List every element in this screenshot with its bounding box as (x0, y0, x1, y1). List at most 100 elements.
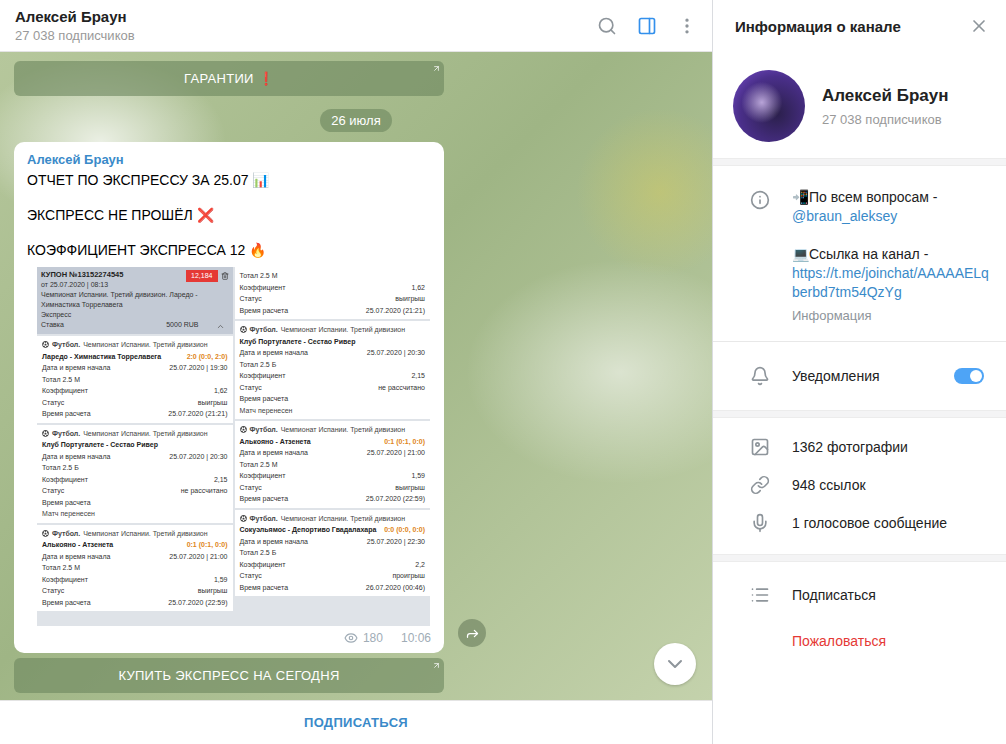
panel-header: Информация о канале (713, 0, 1006, 52)
bet-row-value: 25.07.2020 | 20:30 (169, 451, 227, 463)
message-text: ОТЧЕТ ПО ЭКСПРЕССУ ЗА 25.07 📊ЭКСПРЕСС НЕ… (27, 172, 431, 259)
notifications-row[interactable]: Уведомления (713, 342, 1006, 410)
bet-card: Футбол.Чемпионат Испании. Третий дивизио… (235, 510, 431, 597)
bet-row-value: 26.07.2020 (00:46) (366, 582, 425, 594)
bet-row-label: Время расчета (42, 408, 91, 420)
media-spacer (713, 542, 1006, 554)
forward-icon (465, 626, 480, 641)
media-label: 1362 фотографии (792, 439, 1006, 455)
match-name: Сокуэльямос - Депортиво Гвадалахара (240, 524, 377, 536)
bet-row-label: Тотал 2.5 Б (240, 547, 277, 559)
match-score: 0:0 (0:0, 0:0) (384, 524, 425, 536)
football-icon (240, 426, 247, 433)
bet-row-label: Коэффициент (240, 282, 286, 294)
bet-row-value: 25.07.2020 (21:21) (168, 408, 227, 420)
arrow-up-right-icon (432, 64, 441, 73)
message-time: 10:06 (401, 631, 431, 645)
bet-row-label: Статус (42, 397, 64, 409)
bet-row: Статусвыигрыш (42, 585, 228, 597)
stake-label: Ставка (41, 320, 64, 330)
bet-row: Тотал 2.5 Б (240, 547, 426, 559)
contact-link[interactable]: @braun_aleksey (792, 207, 990, 226)
bet-row-label: Время расчета (240, 582, 289, 594)
media-row[interactable]: 1362 фотографии (713, 428, 1006, 466)
notifications-label: Уведомления (792, 368, 934, 384)
bet-row-label: Дата и время начала (240, 447, 308, 459)
bet-row-value: не рассчитано (378, 382, 425, 394)
chat-title[interactable]: Алексей Браун (15, 8, 135, 25)
bet-card: Футбол.Чемпионат Испании. Третий дивизио… (235, 421, 431, 508)
bet-row-value: 25.07.2020 | 21:00 (169, 551, 227, 563)
date-pill: 26 июля (320, 109, 391, 132)
bet-row-value: 2,15 (214, 474, 228, 486)
media-spacer (713, 418, 1006, 428)
bet-row: Коэффициент1,59 (42, 574, 228, 586)
league-line: Футбол.Чемпионат Испании. Третий дивизио… (42, 528, 228, 540)
bet-row-value: 1,59 (411, 470, 425, 482)
media-label: 948 ссылок (792, 477, 1006, 493)
voice-icon (750, 513, 770, 533)
action-row[interactable]: Пожаловаться (713, 618, 1006, 664)
message-author[interactable]: Алексей Браун (27, 152, 431, 168)
bet-row-label: Статус (240, 382, 262, 394)
chat-subtitle: 27 038 подписчиков (15, 28, 135, 43)
bet-row: Дата и время начала25.07.2020 | 21:00 (42, 551, 228, 563)
action-row[interactable]: Подписаться (713, 572, 1006, 618)
search-button[interactable] (596, 15, 618, 37)
match-score: 2:0 (0:0, 2:0) (187, 351, 228, 363)
football-icon (42, 430, 49, 437)
forward-button[interactable] (458, 619, 486, 647)
close-button[interactable] (968, 15, 990, 37)
bet-row-label: Коэффициент (42, 385, 88, 397)
bet-row: Тотал 2.5 М (42, 374, 228, 386)
sport-name: Футбол. (52, 528, 80, 540)
league-name: Чемпионат Испании. Третий дивизион (281, 324, 405, 336)
media-row[interactable]: 1 голосовое сообщение (713, 504, 1006, 542)
bet-row-value: выигрыш (198, 585, 228, 597)
match-score: 0:1 (0:1, 0:0) (187, 539, 228, 551)
league-name: Чемпионат Испании. Третий дивизион (83, 528, 207, 540)
bet-row: Коэффициент1,62 (240, 282, 426, 294)
stake-value: 5000 RUB (166, 320, 198, 330)
guarantee-button[interactable]: ГАРАНТИИ ❗ (14, 61, 444, 96)
subscribe-button[interactable]: ПОДПИСАТЬСЯ (0, 700, 712, 744)
avatar[interactable] (733, 70, 805, 142)
bet-row: Время расчета (240, 393, 426, 405)
media-icon-wrap (748, 435, 772, 459)
coupon-image[interactable]: КУПОН №13152274545от 25.07.2020 | 08:13Ч… (37, 267, 430, 626)
bet-row-label: Статус (240, 293, 262, 305)
bet-row: Тотал 2.5 М (42, 562, 228, 574)
bet-row: Тотал 2.5 Б (240, 359, 426, 371)
bet-row: Время расчета25.07.2020 (22:59) (240, 493, 426, 505)
bet-row-label: Тотал 2.5 Б (42, 462, 79, 474)
channel-link[interactable]: https://t.me/joinchat/AAAAAELqberbd7tm54… (792, 264, 990, 302)
media-label: 1 голосовое сообщение (792, 515, 1006, 531)
match-line: Клуб Португалете - Сестао Ривер (42, 439, 228, 451)
buy-button[interactable]: КУПИТЬ ЭКСПРЕСС НА СЕГОДНЯ (14, 658, 444, 693)
section-separator (713, 158, 1006, 166)
bet-row-value: 25.07.2020 (22:59) (366, 493, 425, 505)
coupon-event: Чемпионат Испании. Третий дивизион. Ларе… (41, 290, 229, 310)
bet-card: Футбол.Чемпионат Испании. Третий дивизио… (37, 525, 233, 612)
action-label: Пожаловаться (792, 633, 1006, 649)
more-button[interactable] (676, 15, 698, 37)
bet-row: Статусвыигрыш (240, 293, 426, 305)
media-row[interactable]: 948 ссылок (713, 466, 1006, 504)
scroll-down-button[interactable] (654, 643, 696, 685)
bet-row-label: Коэффициент (42, 574, 88, 586)
chat-title-block[interactable]: Алексей Браун 27 038 подписчиков (15, 8, 135, 43)
bet-row-value: проигрыш (392, 570, 425, 582)
bet-row: Время расчета 25.07.2020 (21:21) (42, 408, 228, 420)
league-name: Чемпионат Испании. Третий дивизион (83, 428, 207, 440)
bet-row: Тотал 2.5 М (240, 270, 426, 282)
bet-row: Статусвыигрыш (240, 482, 426, 494)
coupon-type: Экспресс (41, 310, 229, 320)
bet-row-value: не рассчитано (181, 485, 228, 497)
sport-name: Футбол. (52, 339, 80, 351)
bet-row-label: Коэффициент (240, 470, 286, 482)
league-line: Футбол.Чемпионат Испании. Третий дивизио… (240, 513, 426, 525)
sidebar-toggle[interactable] (636, 15, 658, 37)
notifications-toggle[interactable] (954, 368, 984, 384)
match-line: Клуб Португалете - Сестао Ривер (240, 336, 426, 348)
match-line: Алькояно - Атзенета0:1 (0:1, 0:0) (42, 539, 228, 551)
